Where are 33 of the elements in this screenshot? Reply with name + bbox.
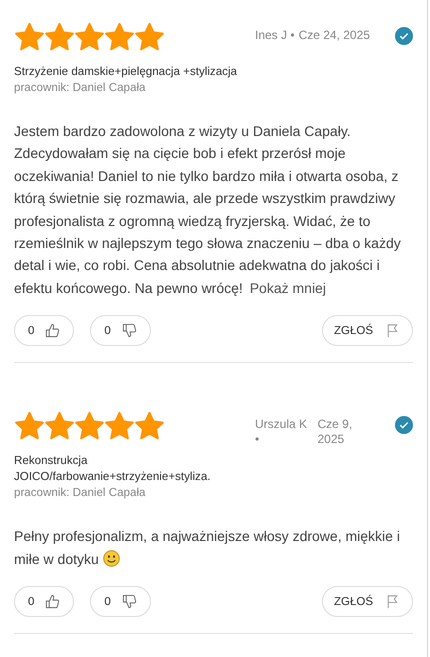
like-button[interactable]: 0 — [14, 586, 74, 618]
star-icon — [134, 22, 165, 53]
review-text: Jestem bardzo zadowolona z wizyty u Daniela Capały. Zdecydowałam się na cięcie bob i efekt przerósł moje oczekiwania! Daniel to nie tylko bardzo miła i otwarta osoba, z którą świetnie się rozmawia, ale przede wszystkim prawdziwy profesjonalista z ogromną wiedzą fryzjerską. Widać, że to rzemieślnik w najlepszym tego słowa znaczeniu – dba o każdy detal i wie, co robi. Cena absolutnie adekwatna do jakości i efektu końcowego. Na pewno wrócę! Pokaż mniej — [14, 122, 402, 298]
like-button[interactable]: 0 — [14, 315, 74, 346]
thumbs-up-icon — [45, 323, 60, 338]
star-icon — [14, 411, 45, 442]
service-name: Rekonstrukcja JOICO/farbowanie+strzyżenie+styliza. — [14, 453, 212, 486]
service-name: Strzyżenie damskie+pielęgnacja +stylizacja — [14, 64, 238, 80]
employee-name: pracownik: Daniel Capała — [14, 485, 146, 502]
star-icon — [104, 22, 135, 53]
review-date: Cze 24, 2025 — [298, 28, 370, 43]
thumbs-up-icon — [45, 594, 60, 610]
reviewer-name: Ines J • — [255, 28, 295, 43]
flag-icon — [385, 594, 400, 610]
star-icon — [134, 411, 165, 442]
star-icon — [14, 22, 45, 53]
review-date: Cze 9, 2025 — [317, 417, 354, 448]
star-icon — [74, 22, 105, 53]
employee-name: pracownik: Daniel Capała — [14, 80, 146, 96]
star-icon — [104, 411, 135, 442]
thumbs-down-icon — [122, 594, 137, 610]
star-icon — [44, 411, 75, 442]
show-less-link[interactable]: Pokaż mniej — [250, 280, 326, 296]
report-button[interactable]: ZGŁOŚ — [322, 315, 413, 346]
report-button[interactable]: ZGŁOŚ — [322, 586, 413, 618]
dislike-button[interactable]: 0 — [90, 315, 151, 346]
star-icon — [74, 411, 105, 442]
star-icon — [44, 22, 75, 53]
flag-icon — [385, 323, 400, 338]
reviewer-name: Urszula K • — [255, 417, 308, 448]
review-text: Pełny profesjonalizm, a najważniejsze włosy zdrowe, miękkie i miłe w dotyku — [14, 527, 401, 569]
dislike-button[interactable]: 0 — [90, 586, 151, 618]
thumbs-down-icon — [122, 323, 137, 338]
